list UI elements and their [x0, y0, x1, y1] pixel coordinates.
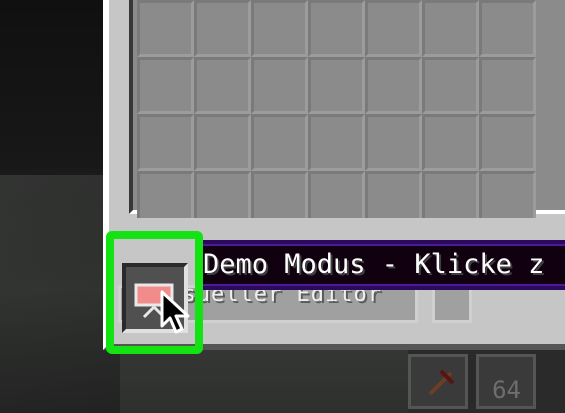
inventory-grid [129, 0, 565, 228]
inventory-slot[interactable] [422, 57, 479, 114]
inventory-slot[interactable] [479, 114, 536, 171]
game-world-floor [0, 175, 120, 413]
inventory-slot[interactable] [137, 57, 194, 114]
inventory-slot[interactable] [479, 0, 536, 57]
inventory-slot[interactable] [422, 114, 479, 171]
inventory-slot[interactable] [365, 0, 422, 57]
inventory-slot[interactable] [194, 0, 251, 57]
inventory-slot[interactable] [137, 114, 194, 171]
inventory-slot[interactable] [422, 0, 479, 57]
inventory-slot[interactable] [365, 114, 422, 171]
pickaxe-icon [428, 369, 455, 396]
tooltip: Demo Modus - Klicke z [195, 240, 565, 290]
inventory-slot[interactable] [308, 57, 365, 114]
inventory-slot[interactable] [251, 0, 308, 57]
inventory-slot[interactable] [308, 114, 365, 171]
inventory-slot[interactable] [479, 57, 536, 114]
inventory-slot[interactable] [308, 0, 365, 57]
hotbar: 64 [408, 350, 565, 413]
inventory-slot[interactable] [365, 57, 422, 114]
side-button[interactable] [432, 285, 472, 323]
inventory-slot[interactable] [251, 114, 308, 171]
hotbar-item-count: 64 [492, 376, 521, 404]
highlight-frame [106, 231, 203, 354]
tooltip-text: Demo Modus - Klicke z [203, 249, 545, 280]
inventory-slot[interactable] [194, 57, 251, 114]
inventory-slot[interactable] [251, 57, 308, 114]
hotbar-slot-1[interactable] [408, 354, 468, 409]
hotbar-slot-2[interactable]: 64 [476, 354, 536, 409]
inventory-slot[interactable] [194, 114, 251, 171]
inventory-slot[interactable] [137, 0, 194, 57]
slot-grid [137, 0, 565, 228]
